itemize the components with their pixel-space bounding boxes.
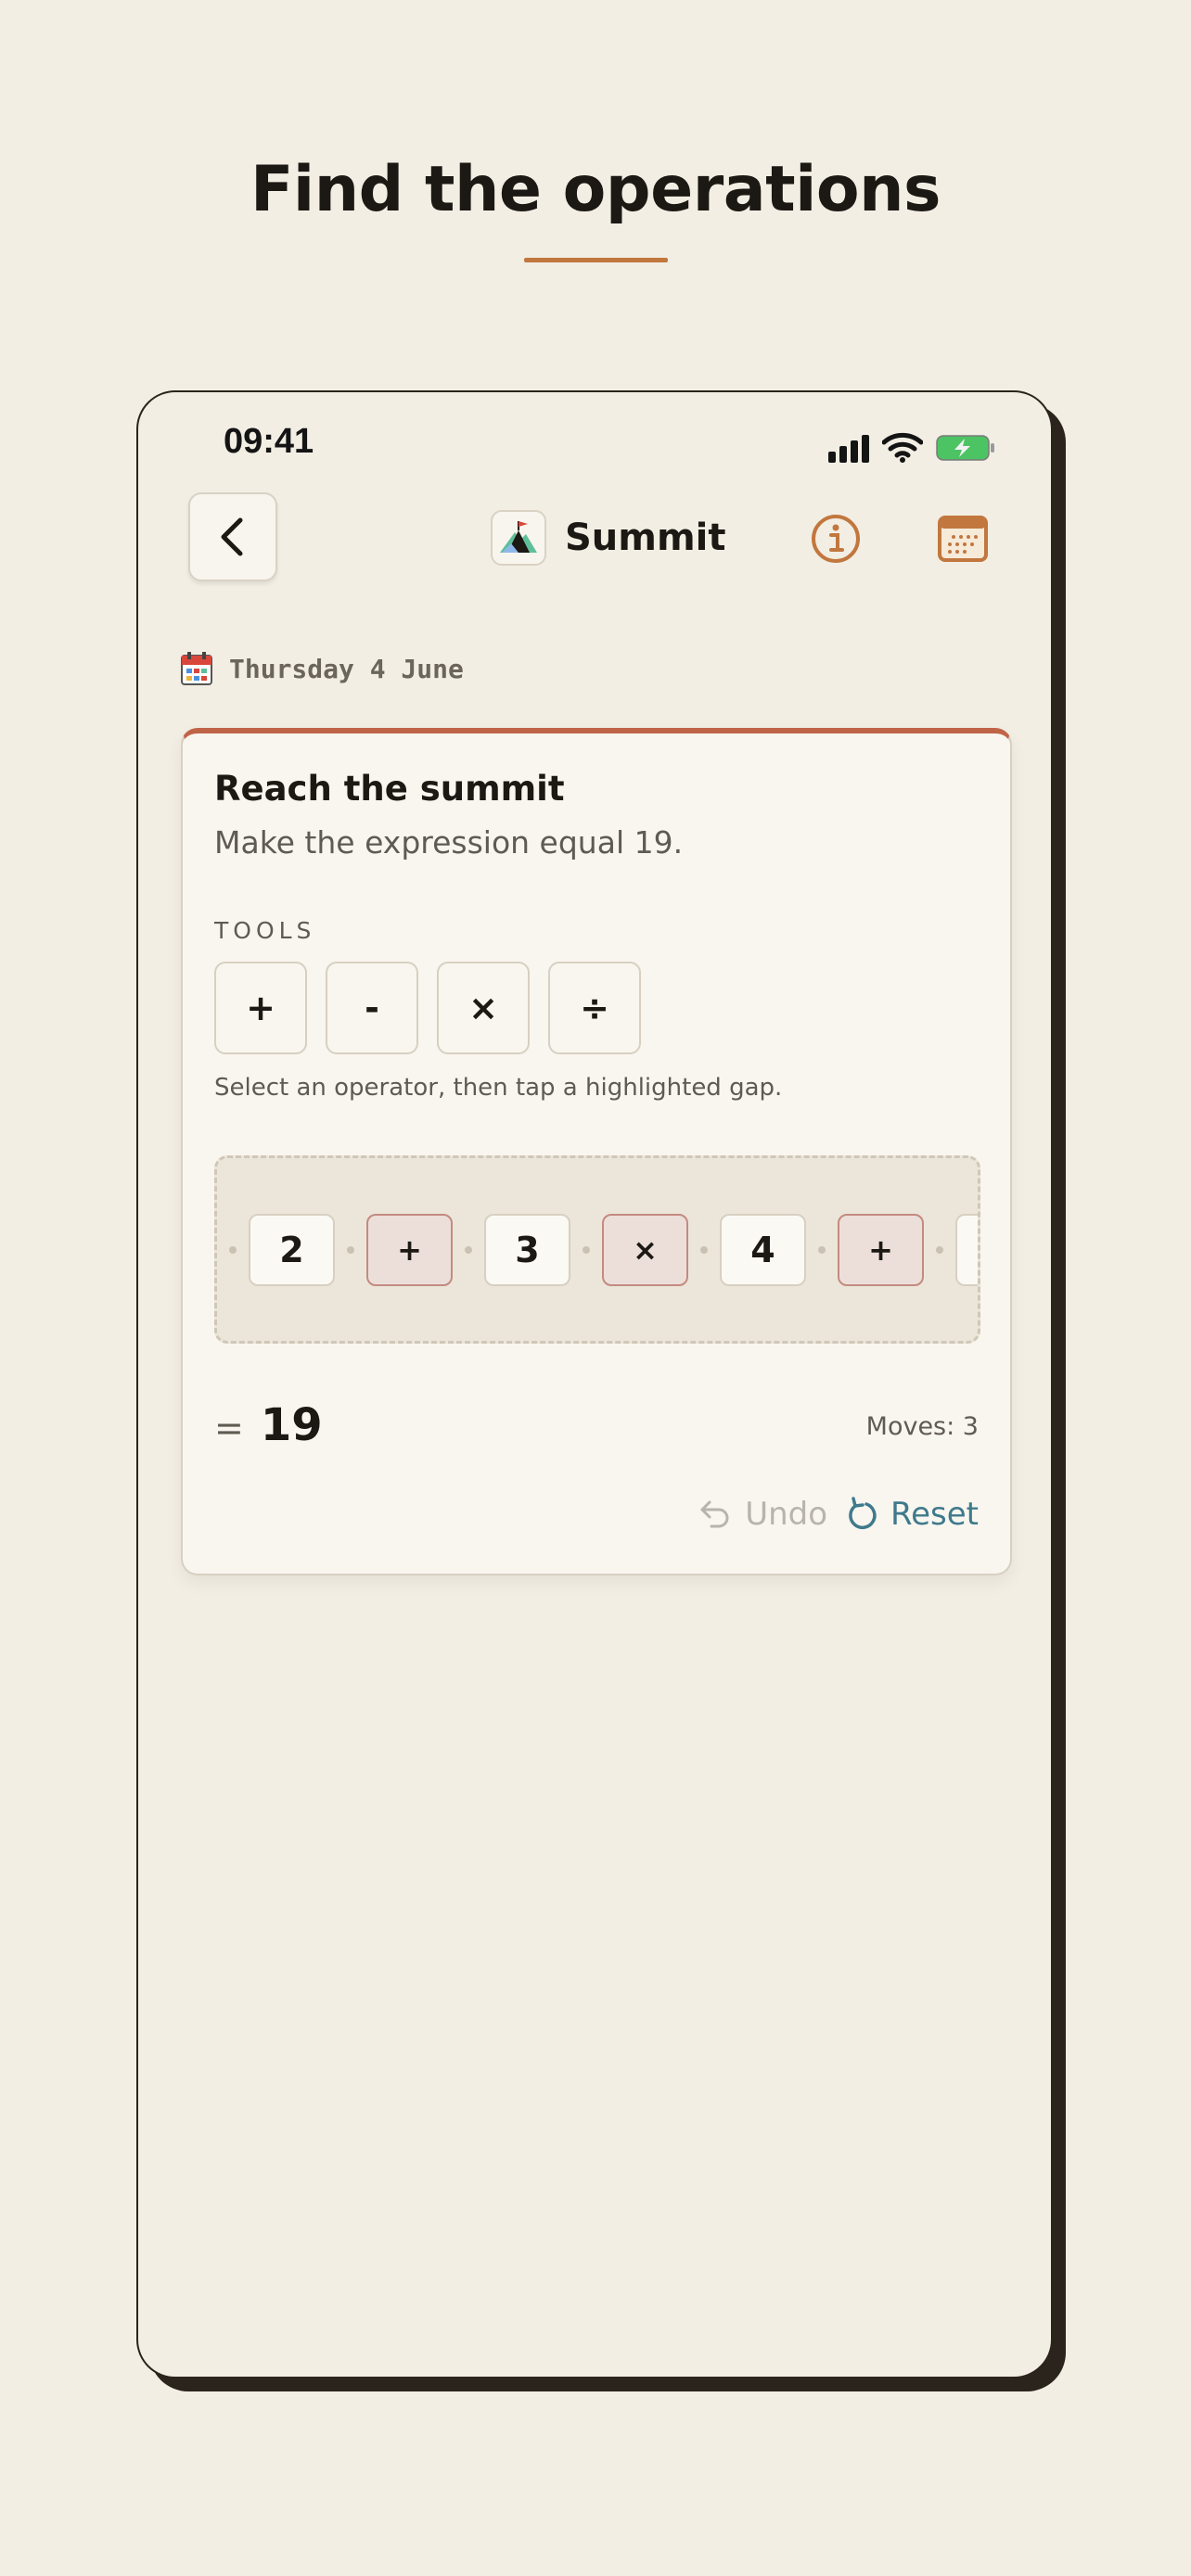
undo-button[interactable]: Undo <box>698 1496 827 1533</box>
nav-title: Summit <box>491 508 725 567</box>
signal-icon-bar <box>851 440 858 463</box>
battery-icon <box>936 435 994 461</box>
equals-sign: = <box>214 1408 244 1448</box>
headline-underline <box>524 258 668 262</box>
tools-hint: Select an operator, then tap a highlight… <box>214 1074 783 1102</box>
number-tile: 5 <box>955 1214 978 1286</box>
gap-dot[interactable] <box>229 1246 237 1254</box>
tools-row: + - × ÷ <box>214 962 641 1054</box>
back-button[interactable] <box>188 492 277 581</box>
app-title: Summit <box>565 516 726 559</box>
expression-row: 2 + 3 × 4 + 5 <box>217 1214 978 1286</box>
tools-label: TOOLS <box>214 917 316 944</box>
tool-divide-button[interactable]: ÷ <box>548 962 641 1054</box>
gap-dot[interactable] <box>700 1246 708 1254</box>
calendar-icon[interactable] <box>938 515 988 563</box>
signal-icon-bar <box>862 435 869 463</box>
puzzle-date: Thursday 4 June <box>229 653 464 684</box>
chevron-left-icon <box>221 517 243 556</box>
undo-icon <box>700 1500 729 1528</box>
signal-icon-bar <box>839 446 847 463</box>
phone-frame: 09:41 Summit Thursday 4 June Reach the s… <box>136 390 1053 2378</box>
moves-counter: Moves: 3 <box>865 1412 979 1441</box>
reset-button[interactable]: Reset <box>846 1496 979 1533</box>
reset-icon <box>849 1497 877 1530</box>
gap-dot[interactable] <box>583 1246 590 1254</box>
result-value: 19 <box>260 1399 323 1451</box>
signal-icon <box>828 452 836 463</box>
wifi-icon <box>882 432 923 463</box>
puzzle-goal: Make the expression equal 19. <box>214 824 684 861</box>
gap-dot[interactable] <box>818 1246 826 1254</box>
number-tile: 3 <box>484 1214 570 1286</box>
screen-headline: Find the operations <box>250 153 941 226</box>
result-row: = 19 <box>214 1399 323 1451</box>
number-tile: 2 <box>249 1214 335 1286</box>
date-row: Thursday 4 June <box>181 650 464 687</box>
reset-label: Reset <box>890 1496 979 1533</box>
tool-minus-button[interactable]: - <box>326 962 418 1054</box>
gap-dot[interactable] <box>936 1246 943 1254</box>
status-time: 09:41 <box>224 422 314 461</box>
undo-label: Undo <box>745 1496 828 1533</box>
puzzle-title: Reach the summit <box>214 769 565 809</box>
mountain-icon <box>491 510 546 566</box>
tool-plus-button[interactable]: + <box>214 962 307 1054</box>
action-row: Undo Reset <box>698 1496 979 1533</box>
info-icon[interactable] <box>810 513 862 565</box>
status-icons <box>828 431 995 463</box>
gap-dot[interactable] <box>465 1246 472 1254</box>
number-tile: 4 <box>720 1214 806 1286</box>
operator-tile[interactable]: + <box>838 1214 924 1286</box>
tool-multiply-button[interactable]: × <box>437 962 530 1054</box>
operator-tile[interactable]: + <box>366 1214 453 1286</box>
operator-tile[interactable]: × <box>602 1214 688 1286</box>
puzzle-card: Reach the summit Make the expression equ… <box>181 728 1012 1575</box>
expression-area: 2 + 3 × 4 + 5 <box>214 1155 980 1344</box>
calendar-emoji-icon <box>181 652 212 685</box>
gap-dot[interactable] <box>347 1246 354 1254</box>
